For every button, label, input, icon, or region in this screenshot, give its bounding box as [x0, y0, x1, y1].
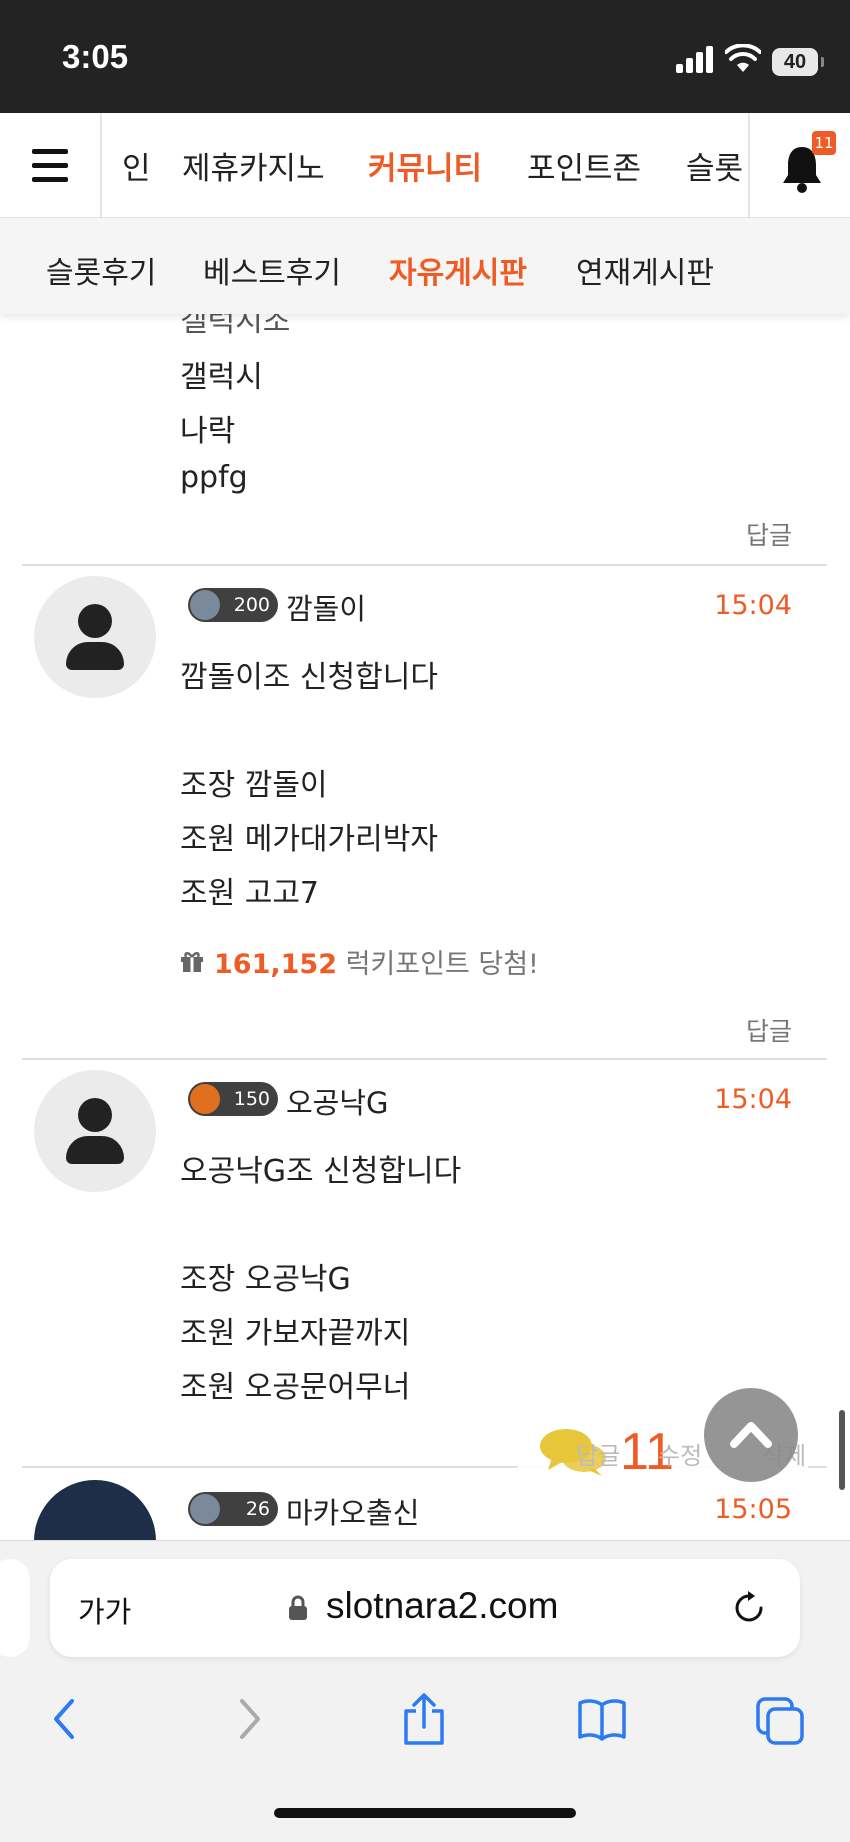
divider	[22, 564, 827, 566]
level-badge: 200	[188, 588, 278, 622]
subnav-tab-free-board[interactable]: 자유게시판	[389, 248, 527, 292]
chevron-left-icon[interactable]	[40, 1691, 92, 1747]
reply-button[interactable]: 답글	[746, 516, 792, 552]
sub-nav: 슬롯후기 베스트후기 자유게시판 연재게시판	[0, 218, 850, 314]
hamburger-icon[interactable]	[0, 113, 102, 217]
reload-icon[interactable]	[730, 1589, 768, 1627]
wifi-icon	[725, 44, 761, 72]
comment-line: 깜돌이조 신청합니다	[180, 660, 438, 695]
comment-line: ppfg	[180, 460, 248, 495]
comment-line: 조장 깜돌이	[180, 768, 328, 803]
nav-tab-partial-left[interactable]: 인	[122, 143, 151, 188]
avatar	[34, 1070, 156, 1192]
lucky-point-text: 럭키포인트 당첨!	[345, 949, 539, 980]
nav-tab-community[interactable]: 커뮤니티	[368, 143, 482, 188]
notification-badge: 11	[812, 131, 836, 155]
address-bar[interactable]: 가가 slotnara2.com	[50, 1559, 800, 1657]
nav-tab-partner-casino[interactable]: 제휴카지노	[182, 143, 325, 188]
comment-line: 나락	[180, 414, 236, 449]
comment-line: 오공낙G조 신청합니다	[180, 1154, 462, 1189]
subnav-tab-best-review[interactable]: 베스트후기	[203, 248, 341, 292]
chevron-up-icon	[730, 1422, 772, 1448]
main-nav: 인 제휴카지노 커뮤니티 포인트존 슬롯 11	[0, 113, 850, 218]
comment-list: 갤럭시조 갤럭시 나락 ppfg 답글 200 깜돌이 15:04 깜돌이조 신…	[0, 300, 850, 1540]
cellular-signal-icon	[676, 45, 714, 73]
nav-tabs: 인 제휴카지노 커뮤니티 포인트존 슬롯	[102, 113, 748, 217]
level-badge: 26	[188, 1492, 278, 1526]
avatar	[34, 576, 156, 698]
share-icon[interactable]	[398, 1691, 450, 1747]
avatar	[34, 1480, 156, 1540]
comment-line: 갤럭시	[180, 360, 263, 395]
comment-line: 조장 오공낙G	[180, 1262, 351, 1297]
browser-toolbar: 가가 slotnara2.com	[0, 1540, 850, 1842]
nav-tab-point-zone[interactable]: 포인트존	[527, 143, 641, 188]
home-indicator[interactable]	[274, 1808, 576, 1818]
comment-line: 조원 오공문어무너	[180, 1370, 411, 1405]
reply-button[interactable]: 답글	[576, 1436, 620, 1471]
status-time: 3:05	[62, 38, 129, 75]
subnav-tab-serial-board[interactable]: 연재게시판	[576, 248, 714, 292]
comment-line: 조원 메가대가리박자	[180, 822, 438, 857]
book-icon[interactable]	[576, 1691, 628, 1747]
subnav-tab-slot-review[interactable]: 슬롯후기	[46, 248, 156, 292]
lock-icon	[289, 1595, 307, 1620]
comment-line: 조원 고고7	[180, 876, 320, 911]
divider	[22, 1058, 827, 1060]
comment-time: 15:04	[714, 1084, 792, 1115]
nav-tab-slot-partial[interactable]: 슬롯	[686, 143, 743, 188]
nickname[interactable]: 오공낙G	[286, 1080, 389, 1122]
comment-time: 15:04	[714, 590, 792, 621]
status-bar: 3:05 40	[0, 0, 850, 113]
tabs-icon[interactable]	[754, 1691, 806, 1747]
battery-indicator: 40	[772, 48, 824, 76]
lucky-point-notice: 161,152 럭키포인트 당첨!	[214, 942, 539, 981]
nickname[interactable]: 마카오출신	[286, 1490, 419, 1532]
nickname[interactable]: 깜돌이	[286, 586, 366, 628]
url-text[interactable]: slotnara2.com	[326, 1585, 558, 1627]
level-badge: 150	[188, 1082, 278, 1116]
scroll-top-button[interactable]	[704, 1388, 798, 1482]
previous-tab-edge[interactable]	[0, 1559, 30, 1657]
edit-button[interactable]: 수정	[658, 1436, 702, 1471]
comment-time: 15:05	[714, 1494, 792, 1525]
chevron-right-icon[interactable]	[222, 1691, 274, 1747]
notification-button[interactable]: 11	[748, 113, 850, 217]
gift-icon	[181, 952, 203, 972]
comment-line: 조원 가보자끝까지	[180, 1316, 411, 1351]
scrollbar[interactable]	[839, 1410, 845, 1490]
lucky-point-amount: 161,152	[214, 949, 337, 980]
reply-button[interactable]: 답글	[746, 1012, 792, 1048]
text-size-button[interactable]: 가가	[78, 1589, 131, 1631]
